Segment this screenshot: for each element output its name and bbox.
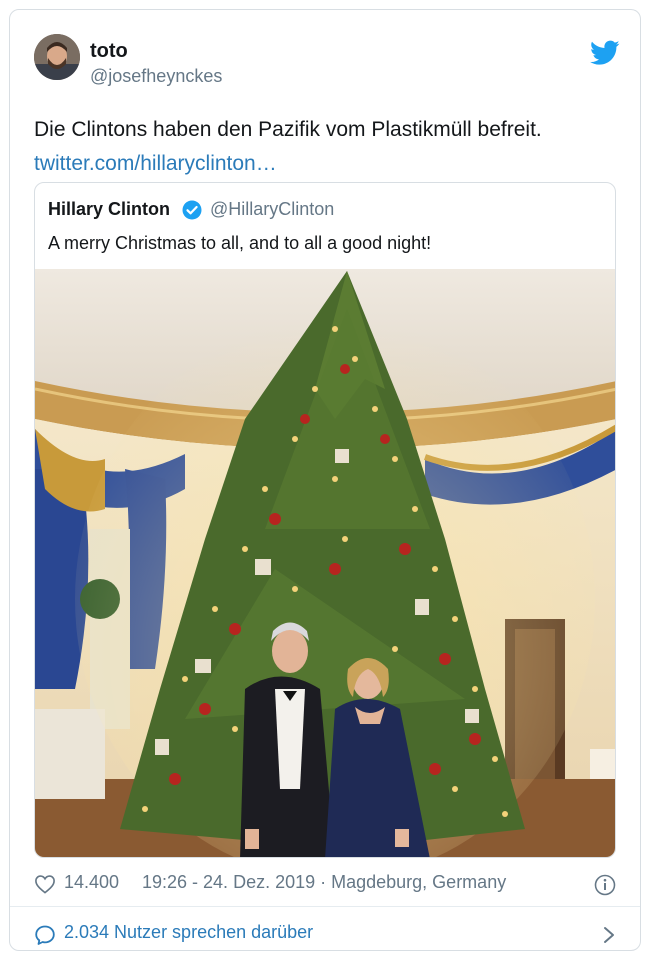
quoted-tweet[interactable]: Hillary Clinton @HillaryClinton A merry … [34, 182, 616, 858]
speech-bubble-icon [35, 925, 55, 945]
tweet-link[interactable]: twitter.com/hillaryclinton… [34, 150, 277, 178]
conversation-label[interactable]: 2.034 Nutzer sprechen darüber [64, 922, 313, 943]
christmas-tree-photo[interactable] [35, 269, 616, 858]
conversation-link[interactable]: 2.034 Nutzer sprechen darüber [34, 922, 616, 948]
author-name[interactable]: toto [90, 40, 128, 63]
quoted-author-name[interactable]: Hillary Clinton [48, 199, 170, 220]
quoted-tweet-text: A merry Christmas to all, and to all a g… [48, 233, 432, 253]
author-handle[interactable]: @josefheynckes [90, 66, 222, 87]
twitter-bird-icon[interactable] [590, 40, 620, 66]
tweet-timestamp[interactable]: 19:26 - 24. Dez. 2019 · Magdeburg, Germa… [142, 872, 506, 893]
verified-badge-icon [182, 200, 202, 220]
quoted-author-handle[interactable]: @HillaryClinton [210, 199, 334, 220]
tweet-meta: 14.400 19:26 - 24. Dez. 2019 · Magdeburg… [34, 872, 616, 898]
info-icon[interactable] [594, 874, 616, 896]
like-count[interactable]: 14.400 [64, 872, 119, 893]
heart-icon[interactable] [34, 874, 56, 894]
tweet-card: toto @josefheynckes Die Clintons haben d… [9, 9, 641, 951]
tweet-text: Die Clintons haben den Pazifik vom Plast… [34, 118, 542, 141]
chevron-right-icon[interactable] [602, 925, 616, 945]
divider [10, 906, 640, 907]
author-avatar[interactable] [34, 34, 80, 80]
